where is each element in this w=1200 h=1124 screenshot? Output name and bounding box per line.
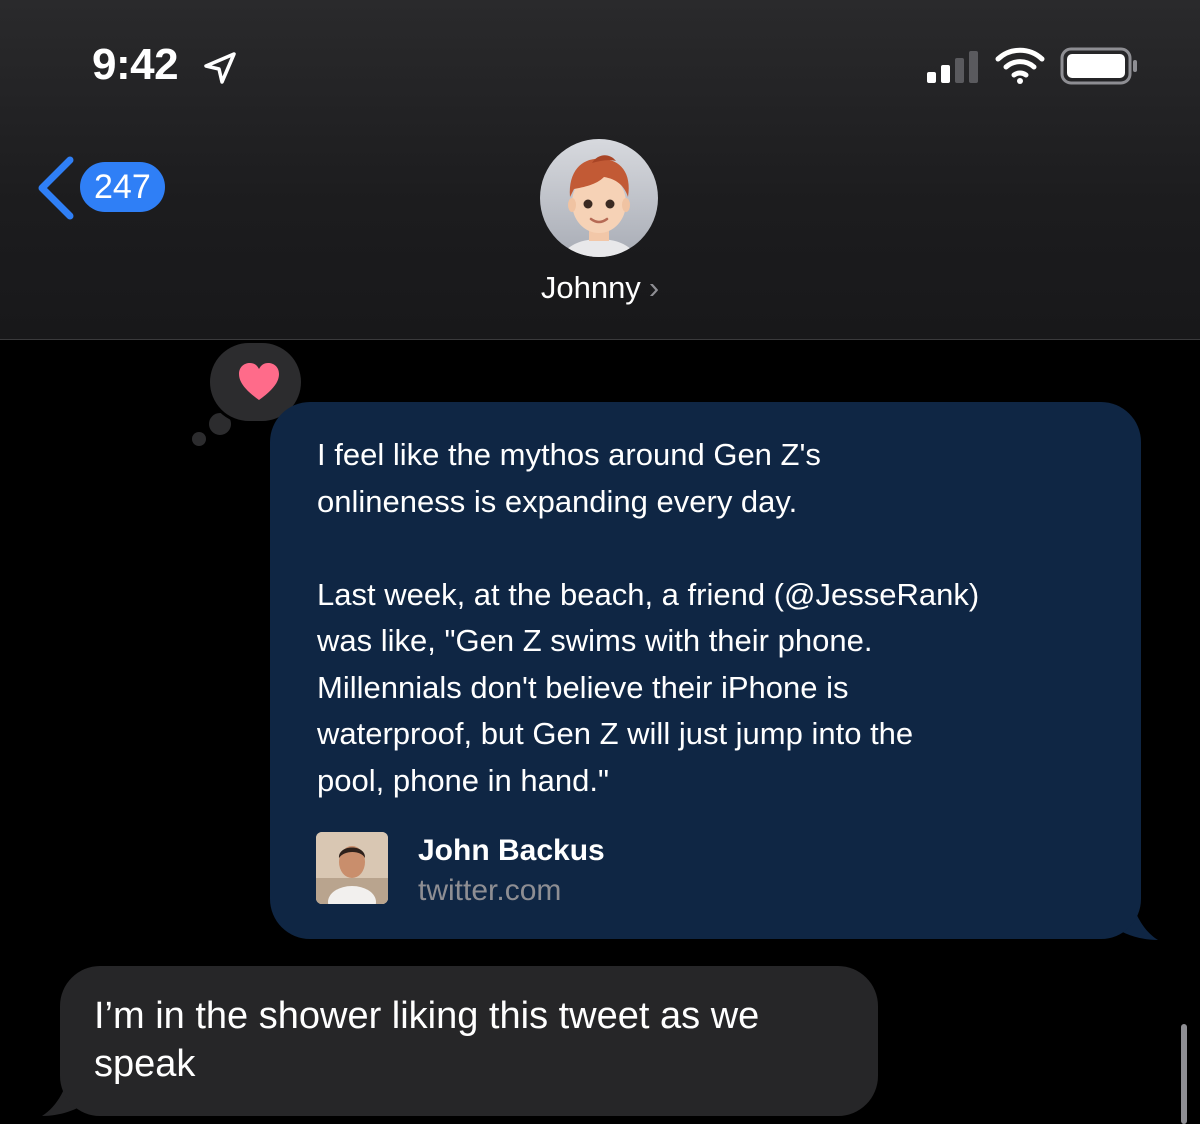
wifi-icon <box>995 47 1045 84</box>
chevron-right-icon: › <box>648 270 660 305</box>
memoji-avatar-icon <box>561 155 637 257</box>
back-button[interactable]: 247 <box>34 150 184 222</box>
conversation-header: 9:42 247 Johnny › <box>0 0 1200 340</box>
tweet-author-name: John Backus <box>418 834 605 867</box>
messages-screen: 9:42 247 Johnny › I feel like the mythos… <box>0 0 1200 1124</box>
author-photo-icon <box>316 832 388 904</box>
reaction-tail-dot <box>192 432 206 446</box>
contact-name: Johnny <box>540 270 641 305</box>
link-preview-message[interactable]: I feel like the mythos around Gen Z's on… <box>270 402 1141 939</box>
contact-avatar[interactable] <box>540 139 658 257</box>
cellular-signal-icon <box>927 51 978 83</box>
link-domain: twitter.com <box>418 874 562 907</box>
battery-icon <box>1060 47 1137 85</box>
status-time: 9:42 <box>92 40 179 89</box>
message-text: I’m in the shower liking this tweet as w… <box>94 995 760 1085</box>
incoming-message[interactable]: I’m in the shower liking this tweet as w… <box>60 966 878 1116</box>
tweet-author-avatar <box>316 832 388 904</box>
tweet-text: I feel like the mythos around Gen Z's on… <box>317 437 980 798</box>
chevron-left-icon <box>38 156 74 220</box>
unread-count-badge: 247 <box>80 162 165 212</box>
scroll-indicator[interactable] <box>1181 1024 1187 1124</box>
contact-name-button[interactable]: Johnny › <box>0 270 1200 306</box>
heart-icon <box>239 363 279 400</box>
location-arrow-icon <box>204 52 236 84</box>
